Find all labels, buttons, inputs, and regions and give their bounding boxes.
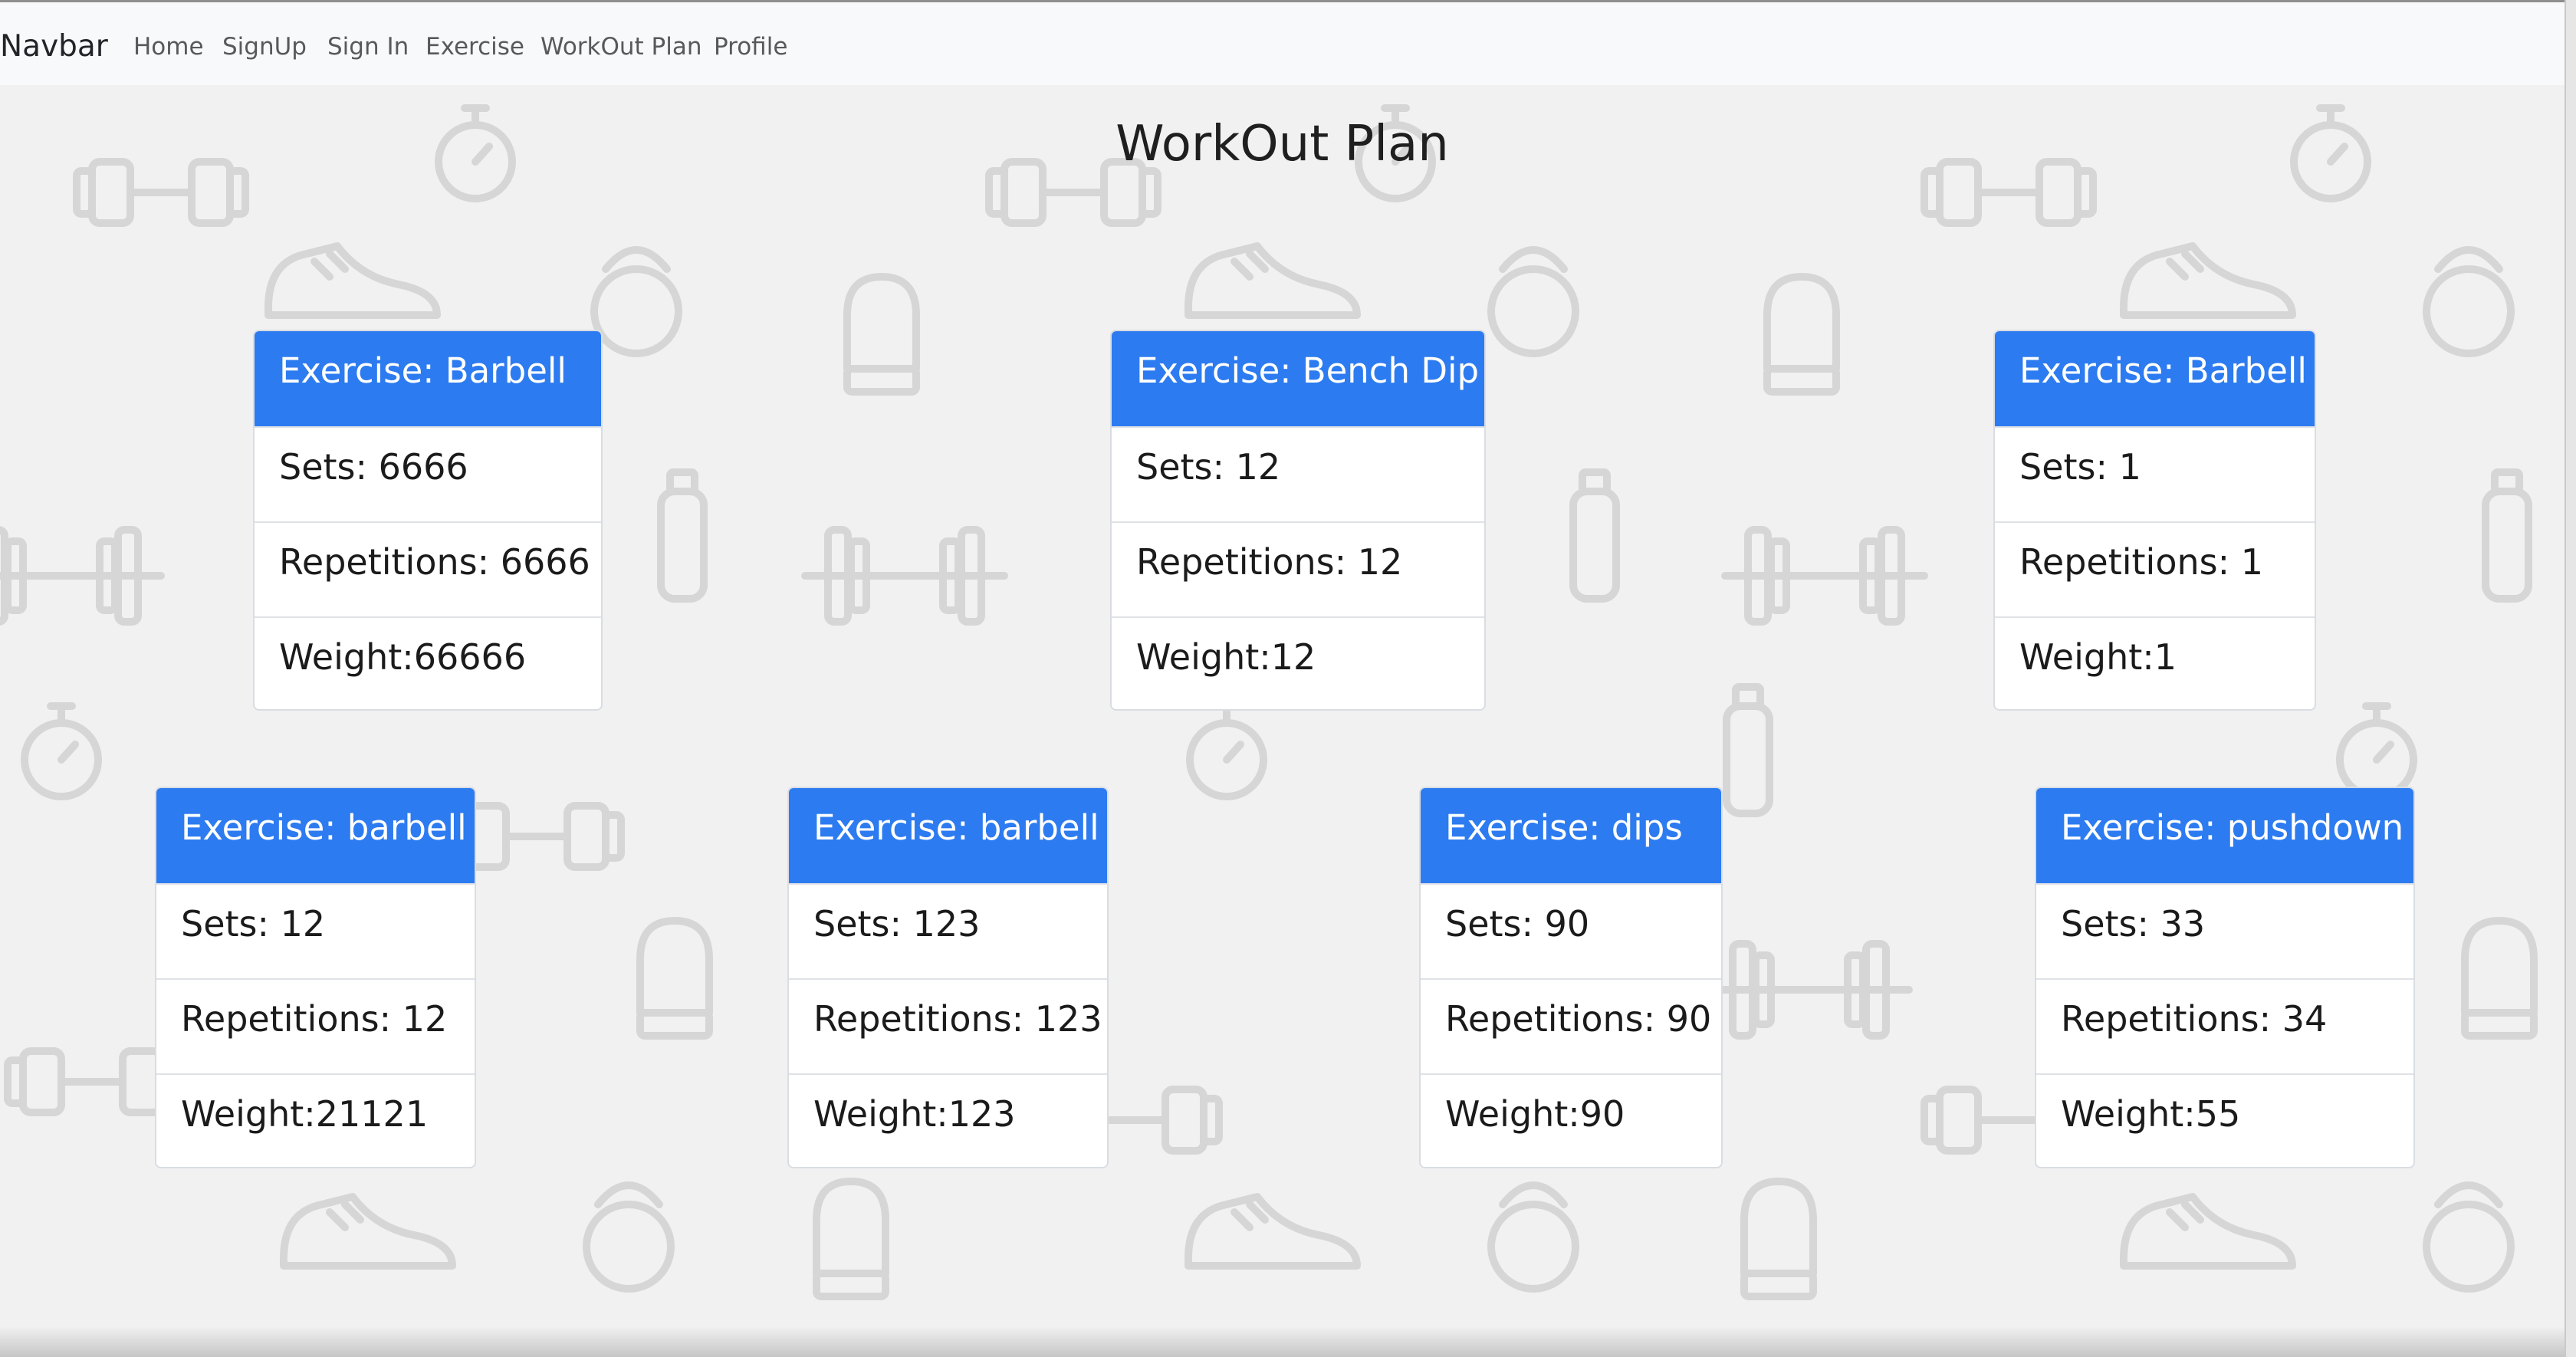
window-edge-scrollbar[interactable] bbox=[2564, 0, 2576, 1357]
top-navbar: Navbar Home SignUp Sign In Exercise Work… bbox=[0, 0, 2564, 85]
card-item-weight: Weight:66666 bbox=[255, 616, 601, 708]
card-item-weight: Weight:1 bbox=[1995, 616, 2315, 708]
nav-link-home[interactable]: Home bbox=[133, 31, 204, 62]
card-item-sets: Sets: 1 bbox=[1995, 426, 2315, 521]
card-item-weight: Weight:123 bbox=[789, 1073, 1107, 1165]
workout-card: Exercise: Barbell Sets: 6666 Repetitions… bbox=[253, 330, 603, 711]
card-header-exercise: Exercise: barbell bbox=[789, 788, 1107, 883]
card-item-weight: Weight:55 bbox=[2036, 1073, 2413, 1165]
page-title: WorkOut Plan bbox=[1116, 116, 1449, 172]
card-item-repetitions: Repetitions: 12 bbox=[156, 978, 475, 1073]
card-item-repetitions: Repetitions: 123 bbox=[789, 978, 1107, 1073]
card-item-repetitions: Repetitions: 1 bbox=[1995, 521, 2315, 616]
card-item-weight: Weight:12 bbox=[1112, 616, 1484, 708]
card-item-repetitions: Repetitions: 6666 bbox=[255, 521, 601, 616]
card-item-repetitions: Repetitions: 90 bbox=[1421, 978, 1721, 1073]
card-item-sets: Sets: 6666 bbox=[255, 426, 601, 521]
card-item-sets: Sets: 123 bbox=[789, 883, 1107, 978]
card-header-exercise: Exercise: pushdown bbox=[2036, 788, 2413, 883]
card-header-exercise: Exercise: barbell bbox=[156, 788, 475, 883]
workout-card: Exercise: Bench Dip Sets: 12 Repetitions… bbox=[1110, 330, 1486, 711]
card-item-weight: Weight:90 bbox=[1421, 1073, 1721, 1165]
nav-link-profile[interactable]: Profile bbox=[714, 31, 787, 62]
card-item-repetitions: Repetitions: 34 bbox=[2036, 978, 2413, 1073]
workout-card: Exercise: barbell Sets: 123 Repetitions:… bbox=[787, 787, 1109, 1168]
card-item-weight: Weight:21121 bbox=[156, 1073, 475, 1165]
bottom-shadow bbox=[0, 1326, 2564, 1357]
card-header-exercise: Exercise: Bench Dip bbox=[1112, 331, 1484, 426]
nav-link-signup[interactable]: SignUp bbox=[222, 31, 307, 62]
card-header-exercise: Exercise: dips bbox=[1421, 788, 1721, 883]
card-item-sets: Sets: 90 bbox=[1421, 883, 1721, 978]
navbar-brand[interactable]: Navbar bbox=[0, 28, 108, 65]
nav-link-workout-plan[interactable]: WorkOut Plan bbox=[540, 31, 702, 62]
card-header-exercise: Exercise: Barbell bbox=[1995, 331, 2315, 426]
card-header-exercise: Exercise: Barbell bbox=[255, 331, 601, 426]
workout-card: Exercise: Barbell Sets: 1 Repetitions: 1… bbox=[1993, 330, 2316, 711]
workout-card: Exercise: barbell Sets: 12 Repetitions: … bbox=[155, 787, 476, 1168]
card-item-sets: Sets: 33 bbox=[2036, 883, 2413, 978]
card-item-sets: Sets: 12 bbox=[1112, 426, 1484, 521]
workout-card: Exercise: pushdown Sets: 33 Repetitions:… bbox=[2035, 787, 2415, 1168]
card-item-sets: Sets: 12 bbox=[156, 883, 475, 978]
card-item-repetitions: Repetitions: 12 bbox=[1112, 521, 1484, 616]
workout-card: Exercise: dips Sets: 90 Repetitions: 90 … bbox=[1419, 787, 1723, 1168]
nav-link-signin[interactable]: Sign In bbox=[327, 31, 409, 62]
nav-link-exercise[interactable]: Exercise bbox=[426, 31, 524, 62]
